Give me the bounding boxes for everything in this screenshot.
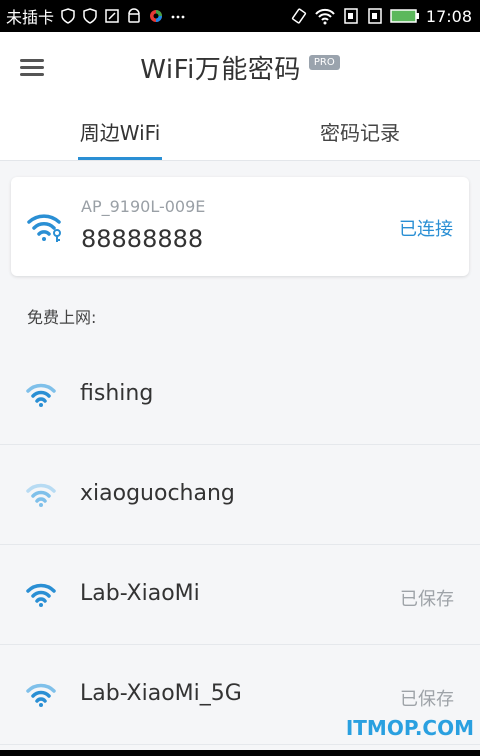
shield-icon	[60, 8, 76, 24]
network-status: 已保存	[400, 589, 454, 610]
shield-icon	[82, 8, 98, 24]
tab-bar: 周边WiFi 密码记录	[0, 102, 480, 161]
wifi-key-icon	[27, 211, 65, 247]
network-row[interactable]: Lab-XiaoMi 已保存	[0, 545, 480, 645]
network-name: Lab-XiaoMi	[80, 581, 200, 606]
carrier-text: 未插卡	[6, 8, 55, 27]
color-wheel-icon	[148, 8, 164, 24]
wifi-signal-icon	[26, 383, 56, 411]
battery-icon	[390, 8, 420, 24]
network-name: Lab-XiaoMi_5G	[80, 681, 242, 706]
android-icon	[126, 8, 142, 24]
menu-icon[interactable]	[20, 56, 44, 76]
note-icon	[104, 8, 120, 24]
network-status: 已保存	[400, 689, 454, 710]
tab-password-records[interactable]: 密码记录	[240, 102, 480, 160]
wifi-signal-icon	[26, 483, 56, 511]
network-row[interactable]: xiaoguochang	[0, 445, 480, 545]
wifi-signal-icon	[26, 583, 56, 611]
network-row[interactable]: fishing	[0, 345, 480, 445]
network-name: fishing	[80, 381, 154, 406]
more-icon	[170, 8, 186, 24]
watermark: ITMOP.COM	[345, 716, 474, 740]
connected-status: 已连接	[399, 219, 453, 240]
connected-network-card[interactable]: AP_9190L-009E 88888888 已连接	[11, 177, 469, 276]
clock-text: 17:08	[425, 6, 472, 26]
connected-password: 88888888	[81, 225, 204, 253]
tab-nearby-wifi[interactable]: 周边WiFi	[0, 102, 240, 160]
wifi-signal-icon	[26, 683, 56, 711]
signal-icon	[366, 7, 384, 25]
connected-ssid: AP_9190L-009E	[81, 197, 206, 216]
app-bar: WiFi万能密码 PRO	[0, 32, 480, 102]
rotate-icon	[290, 7, 308, 25]
page-title: WiFi万能密码	[140, 54, 301, 85]
section-title: 免费上网:	[27, 308, 97, 327]
status-bar: 未插卡 17:08	[0, 0, 480, 32]
wifi-icon	[314, 7, 336, 25]
network-name: xiaoguochang	[80, 481, 235, 506]
pro-badge: PRO	[308, 54, 340, 70]
bottom-edge	[0, 750, 480, 756]
signal-icon	[342, 7, 360, 25]
